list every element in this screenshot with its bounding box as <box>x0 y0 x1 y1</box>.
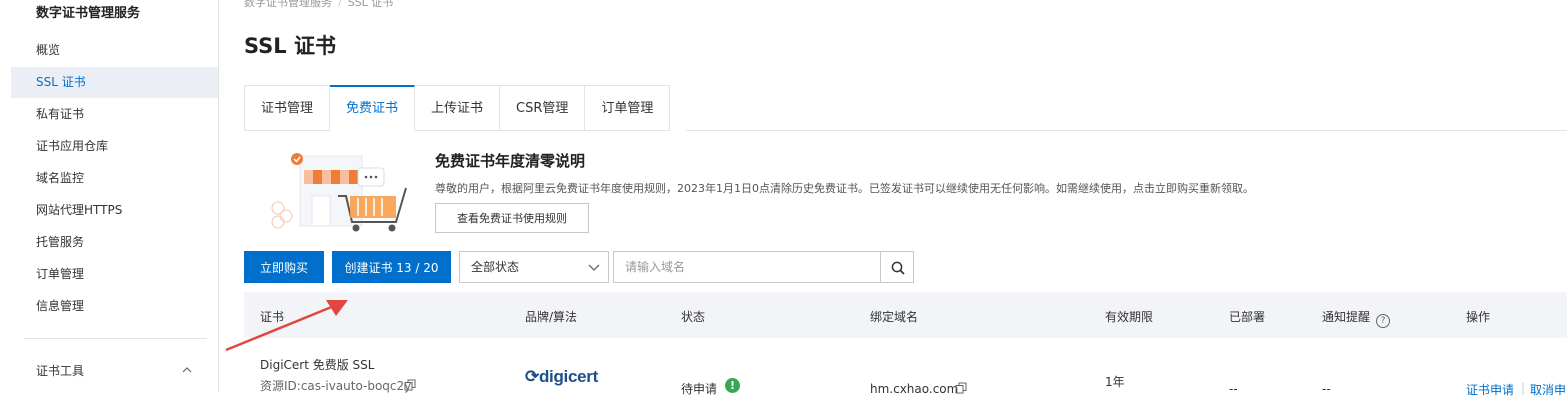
sidebar-divider <box>24 338 207 339</box>
sidebar-title: 数字证书管理服务 <box>36 6 141 21</box>
status-alert-icon: ! <box>725 378 740 393</box>
cancel-apply-link[interactable]: 取消申 <box>1530 381 1566 398</box>
col-notify: 通知提醒? <box>1322 308 1391 328</box>
sidebar-group-cert-tools[interactable]: 证书工具 <box>36 362 84 379</box>
col-status: 状态 <box>681 310 706 324</box>
buy-now-button[interactable]: 立即购买 <box>244 251 324 283</box>
digicert-logo: ⟳digicert <box>525 367 598 386</box>
col-validity: 有效期限 <box>1105 310 1154 324</box>
breadcrumb: 数字证书管理服务 / SSL 证书 <box>244 0 393 10</box>
tab-free-cert[interactable]: 免费证书 <box>330 85 416 131</box>
status-select-value: 全部状态 <box>471 260 520 274</box>
col-deployed: 已部署 <box>1229 310 1266 324</box>
sidebar: 数字证书管理服务 概览 SSL 证书 私有证书 证书应用仓库 域名监控 网站代理… <box>0 0 219 392</box>
view-rules-button[interactable]: 查看免费证书使用规则 <box>435 203 589 233</box>
tabs-divider <box>686 130 1567 131</box>
cert-status: 待申请 <box>681 382 718 396</box>
action-separator: | <box>1521 381 1526 395</box>
validity-period: 1年 <box>1105 375 1125 389</box>
breadcrumb-root[interactable]: 数字证书管理服务 <box>244 0 332 9</box>
help-icon[interactable]: ? <box>1376 314 1391 328</box>
notify-value: -- <box>1322 382 1331 396</box>
page-title: SSL 证书 <box>244 34 336 58</box>
annotation-arrow-icon <box>225 300 348 352</box>
copy-icon[interactable] <box>404 379 416 391</box>
shop-cart-illustration-icon <box>271 153 407 232</box>
breadcrumb-separator: / <box>338 0 342 9</box>
tab-upload-cert[interactable]: 上传证书 <box>415 85 501 131</box>
cert-name: DigiCert 免费版 SSL <box>260 358 375 372</box>
status-select[interactable]: 全部状态 <box>459 251 609 283</box>
notice-description: 尊敬的用户，根据阿里云免费证书年度使用规则，2023年1月1日0点清除历史免费证… <box>435 182 1254 195</box>
apply-cert-link[interactable]: 证书申请 <box>1466 381 1514 398</box>
col-brand: 品牌/算法 <box>525 310 578 324</box>
tab-orders[interactable]: 订单管理 <box>585 85 671 131</box>
sidebar-item-domain-monitor[interactable]: 域名监控 <box>11 163 218 194</box>
sidebar-item-private-cert[interactable]: 私有证书 <box>11 99 218 130</box>
notice-title: 免费证书年度清零说明 <box>435 152 586 170</box>
search-icon <box>891 261 905 275</box>
domain-search-input[interactable] <box>613 251 881 283</box>
table-header: 证书 品牌/算法 状态 绑定域名 有效期限 已部署 通知提醒? 操作 <box>244 292 1567 338</box>
col-actions: 操作 <box>1466 310 1491 324</box>
tab-bar: 证书管理 免费证书 上传证书 CSR管理 订单管理 <box>244 85 671 131</box>
tab-cert-management[interactable]: 证书管理 <box>244 85 331 131</box>
col-domain: 绑定域名 <box>870 310 919 324</box>
search-button[interactable] <box>880 251 914 283</box>
deployed-count: -- <box>1229 382 1238 396</box>
sidebar-item-orders[interactable]: 订单管理 <box>11 259 218 290</box>
bound-domain: hm.cxhao.com <box>870 382 959 396</box>
chevron-up-icon[interactable] <box>182 365 192 375</box>
tab-csr[interactable]: CSR管理 <box>500 85 586 131</box>
chevron-down-icon <box>588 264 600 271</box>
sidebar-item-ssl[interactable]: SSL 证书 <box>11 67 218 98</box>
sidebar-item-hosting[interactable]: 托管服务 <box>11 227 218 258</box>
sidebar-item-cert-repo[interactable]: 证书应用仓库 <box>11 131 218 162</box>
sidebar-item-overview[interactable]: 概览 <box>11 35 218 66</box>
copy-icon[interactable] <box>955 382 967 394</box>
create-cert-button[interactable]: 创建证书 13 / 20 <box>332 251 451 283</box>
cert-resource-id: 资源ID:cas-ivauto-boqc2y <box>260 379 412 393</box>
brand-name: digicert <box>538 367 598 386</box>
sidebar-item-proxy-https[interactable]: 网站代理HTTPS <box>11 195 218 226</box>
sidebar-item-info[interactable]: 信息管理 <box>11 291 218 322</box>
col-notify-label: 通知提醒 <box>1322 310 1371 324</box>
breadcrumb-current: SSL 证书 <box>347 0 394 9</box>
